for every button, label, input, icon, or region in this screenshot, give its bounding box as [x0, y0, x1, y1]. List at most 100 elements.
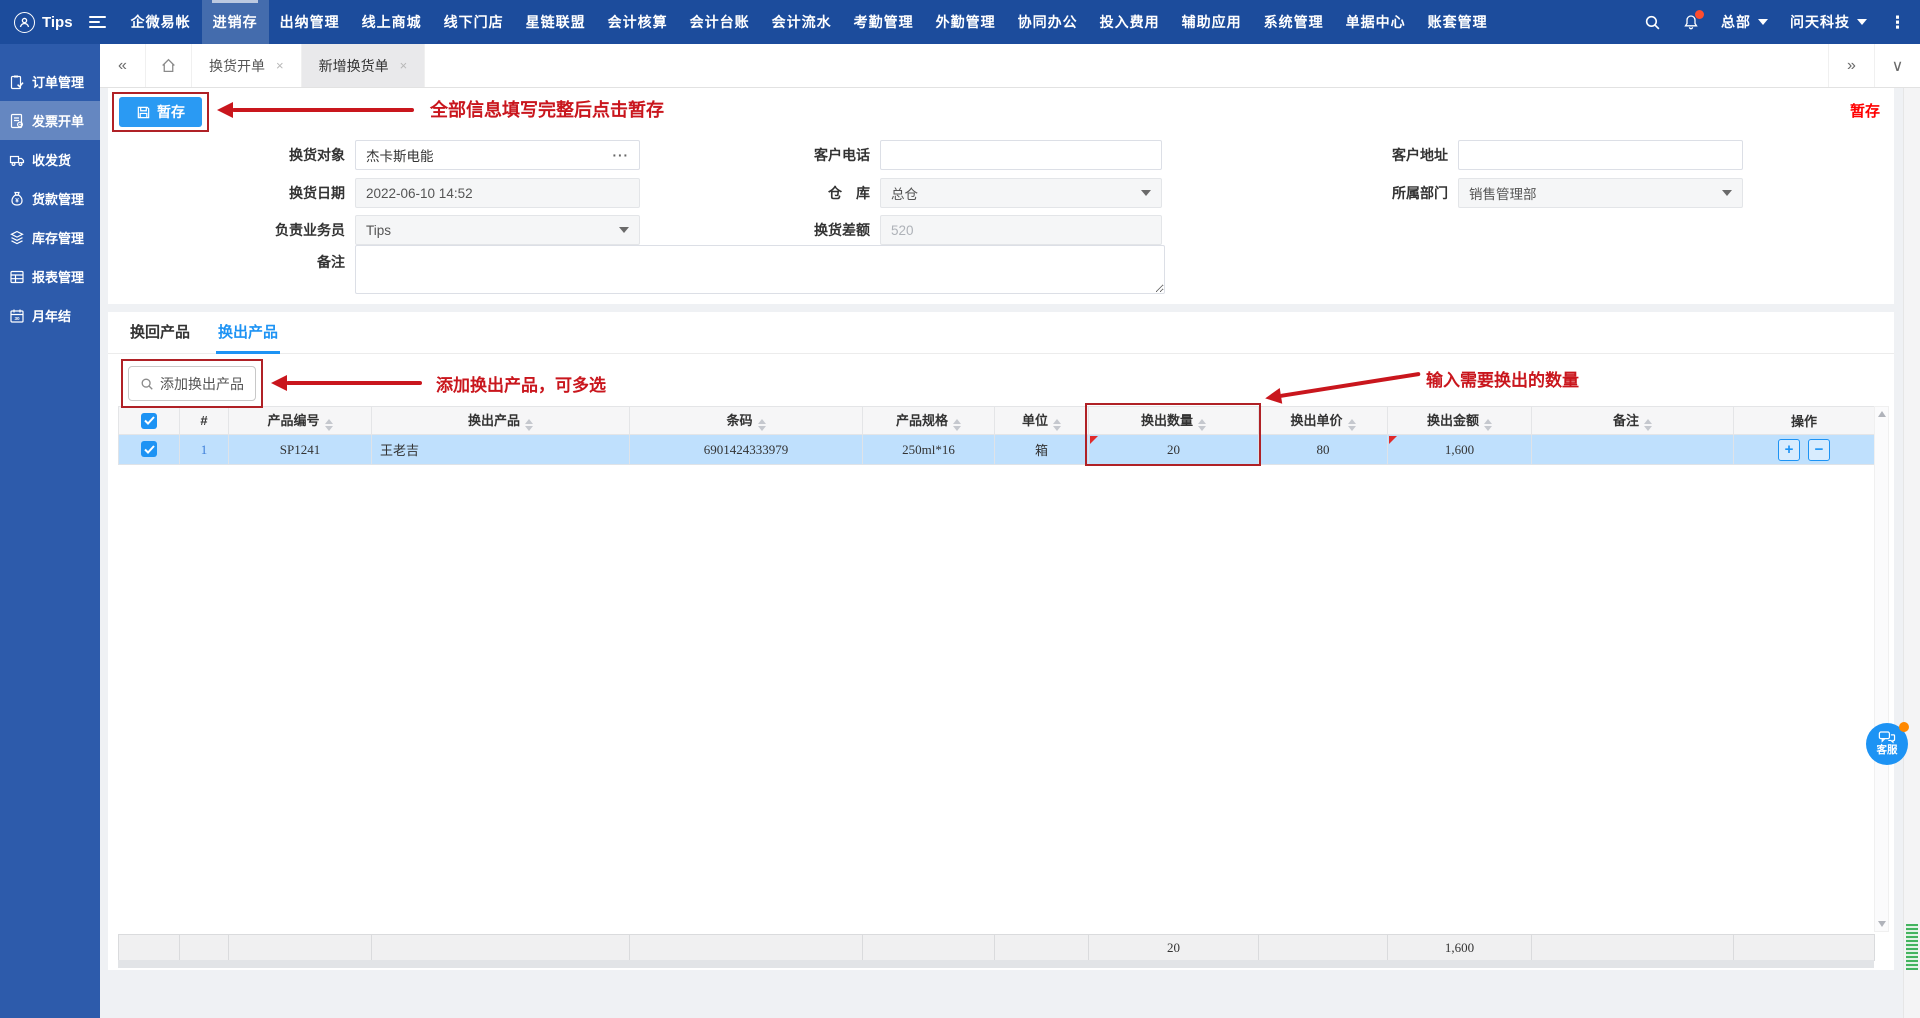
warehouse-select[interactable]: 总仓: [880, 178, 1162, 208]
product-tabs: 换回产品 换出产品: [108, 312, 1894, 354]
topnav-menu-item[interactable]: 单据中心: [1335, 0, 1417, 44]
org-selector[interactable]: 总部: [1721, 12, 1768, 32]
tab-exchange-billing[interactable]: 换货开单 ×: [192, 44, 302, 87]
sidebar-item-orders[interactable]: 订单管理: [0, 62, 100, 101]
more-options-icon[interactable]: ···: [613, 148, 630, 163]
topnav-menu-item[interactable]: 会计核算: [597, 0, 679, 44]
topnav-menu-item[interactable]: 协同办公: [1007, 0, 1089, 44]
calendar-icon: 30: [9, 308, 25, 324]
topnav-menu-item[interactable]: 投入费用: [1089, 0, 1171, 44]
topnav-menu-item[interactable]: 辅助应用: [1171, 0, 1253, 44]
sort-icon[interactable]: [325, 419, 333, 431]
sort-icon[interactable]: [525, 419, 533, 431]
field-label: 客户电话: [780, 145, 870, 165]
tab-outgoing-products[interactable]: 换出产品: [218, 312, 278, 354]
table-vertical-scrollbar[interactable]: [1874, 406, 1889, 932]
salesperson-select[interactable]: Tips: [355, 215, 640, 245]
sort-icon[interactable]: [1484, 419, 1492, 431]
select-all-checkbox[interactable]: [141, 413, 157, 429]
sidebar-item-label: 发票开单: [32, 111, 84, 130]
add-row-button[interactable]: +: [1778, 439, 1800, 461]
sort-icon[interactable]: [1053, 419, 1061, 431]
sidebar-item-label: 报表管理: [32, 267, 84, 286]
topnav-menu-item[interactable]: 企微易帐: [120, 0, 202, 44]
customer-address-input[interactable]: [1458, 140, 1743, 170]
col-header-product-name[interactable]: 换出产品: [372, 407, 630, 435]
exchange-target-input[interactable]: 杰卡斯电能 ···: [355, 140, 640, 170]
scroll-up-icon[interactable]: [1878, 411, 1886, 417]
scroll-down-icon[interactable]: [1878, 921, 1886, 927]
header-select-all: [119, 407, 180, 435]
customer-phone-input[interactable]: [880, 140, 1162, 170]
sidebar-item-shipping[interactable]: 收发货: [0, 140, 100, 179]
topnav-menu-item[interactable]: 考勤管理: [843, 0, 925, 44]
add-outgoing-product-button[interactable]: 添加换出产品: [128, 366, 256, 401]
hamburger-menu-icon[interactable]: [89, 16, 106, 28]
company-selector[interactable]: 问天科技: [1790, 12, 1867, 32]
sidebar-item-label: 月年结: [32, 306, 71, 325]
topnav-menu-item[interactable]: 外勤管理: [925, 0, 1007, 44]
notifications-bell-icon[interactable]: [1683, 14, 1699, 30]
app-brand[interactable]: Tips: [14, 12, 73, 33]
tab-bar: « 换货开单 × 新增换货单 × » ∨: [100, 44, 1920, 88]
sort-icon[interactable]: [758, 419, 766, 431]
field-label: 客户地址: [1358, 145, 1448, 165]
row-checkbox[interactable]: [141, 441, 157, 457]
col-header-amount[interactable]: 换出金额: [1388, 407, 1532, 435]
sort-icon[interactable]: [953, 419, 961, 431]
remove-row-button[interactable]: −: [1808, 439, 1830, 461]
close-icon[interactable]: ×: [276, 58, 284, 73]
cell-actions: +−: [1734, 435, 1875, 465]
page-scrollbar[interactable]: [1903, 88, 1920, 1018]
close-icon[interactable]: ×: [400, 58, 408, 73]
col-header-qty[interactable]: 换出数量: [1089, 407, 1259, 435]
department-select[interactable]: 销售管理部: [1458, 178, 1743, 208]
sort-icon[interactable]: [1644, 419, 1652, 431]
topnav-menu-item-active[interactable]: 进销存: [202, 0, 269, 44]
topnav-menu-item[interactable]: 会计流水: [761, 0, 843, 44]
topnav-menu-item[interactable]: 会计台账: [679, 0, 761, 44]
cell-product-code: SP1241: [229, 435, 372, 465]
remark-textarea[interactable]: [355, 245, 1165, 294]
tab-new-exchange-order[interactable]: 新增换货单 ×: [302, 44, 426, 87]
sidebar-item-inventory[interactable]: 库存管理: [0, 218, 100, 257]
cell-remark[interactable]: [1532, 435, 1734, 465]
col-header-spec[interactable]: 产品规格: [863, 407, 995, 435]
topnav-menu-item[interactable]: 出纳管理: [269, 0, 351, 44]
topnav-menu-item[interactable]: 线下门店: [433, 0, 515, 44]
topnav-menu-item[interactable]: 账套管理: [1417, 0, 1499, 44]
save-draft-button[interactable]: 暂存: [119, 97, 202, 127]
sort-icon[interactable]: [1198, 419, 1206, 431]
kebab-menu-icon[interactable]: ⋮: [1889, 14, 1906, 31]
topnav-menu-item[interactable]: 线上商城: [351, 0, 433, 44]
topnav-menu-item[interactable]: 星链联盟: [515, 0, 597, 44]
search-icon[interactable]: [1644, 14, 1661, 31]
home-icon[interactable]: [146, 44, 192, 87]
exchange-date-input[interactable]: 2022-06-10 14:52: [355, 178, 640, 208]
annotation-arrow-add: [286, 381, 422, 385]
sidebar-item-monthly-close[interactable]: 30 月年结: [0, 296, 100, 335]
service-notification-dot: [1899, 722, 1909, 732]
cell-qty[interactable]: 20: [1089, 435, 1259, 465]
sidebar-item-payments[interactable]: ¥ 货款管理: [0, 179, 100, 218]
sidebar-item-reports[interactable]: 报表管理: [0, 257, 100, 296]
topnav-menu-item[interactable]: 系统管理: [1253, 0, 1335, 44]
col-header-remark[interactable]: 备注: [1532, 407, 1734, 435]
page-scrollbar-thumb[interactable]: [1906, 924, 1918, 970]
col-header-unit[interactable]: 单位: [995, 407, 1089, 435]
customer-address-field: 客户地址: [1358, 140, 1743, 170]
collapse-tabs-icon[interactable]: «: [100, 44, 146, 87]
footer-cell: [229, 935, 372, 961]
sort-icon[interactable]: [1348, 419, 1356, 431]
customer-service-button[interactable]: 客服: [1866, 723, 1908, 765]
tab-list-chevron-icon[interactable]: ∨: [1874, 44, 1920, 87]
cell-price[interactable]: 80: [1259, 435, 1388, 465]
col-header-product-code[interactable]: 产品编号: [229, 407, 372, 435]
expand-tabs-icon[interactable]: »: [1828, 44, 1874, 87]
col-header-barcode[interactable]: 条码: [630, 407, 863, 435]
col-header-price[interactable]: 换出单价: [1259, 407, 1388, 435]
tab-returned-products[interactable]: 换回产品: [130, 312, 190, 354]
sidebar: 订单管理 发票开单 收发货 ¥ 货款管理 库存管理 报表管理 30: [0, 44, 100, 1018]
table-horizontal-scrollbar[interactable]: [118, 960, 1874, 968]
sidebar-item-invoicing[interactable]: 发票开单: [0, 101, 100, 140]
